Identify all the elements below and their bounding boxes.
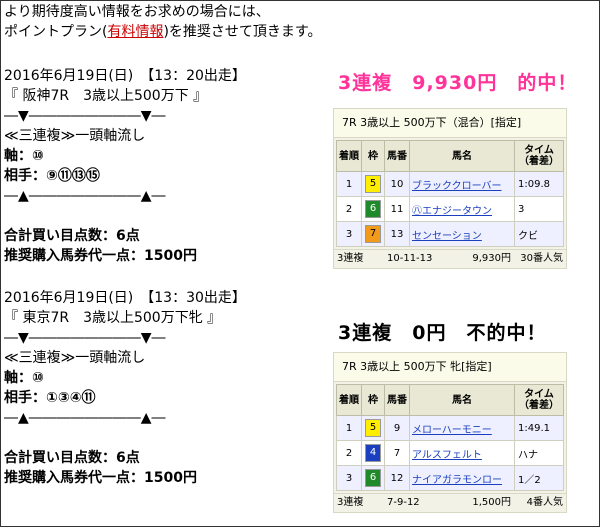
finish-pos: 3 — [336, 221, 362, 247]
finish-pos: 2 — [336, 440, 362, 466]
result1-payout-row: 3連複 10-11-13 9,930円 30番人気 — [334, 249, 566, 268]
payout-popularity: 4番人気 — [526, 497, 563, 508]
result2-title: 3連複 0円 不的中！ — [338, 322, 547, 344]
col-number: 馬番 — [384, 140, 410, 172]
horse-number: 13 — [384, 221, 410, 247]
col-horse-name: 馬名 — [409, 384, 515, 416]
result2-payout-row: 3連複 7-9-12 1,500円 4番人気 — [334, 493, 566, 512]
frame-badge: 7 — [365, 225, 381, 243]
tips-column: より期待度高い情報をお求めの場合には、 ポイントプラン(有料情報)を推奨させて頂… — [4, 0, 324, 488]
horse-number: 7 — [384, 440, 410, 466]
horse-name-link[interactable]: ㊇エナジータウン — [409, 196, 515, 222]
horse-number: 12 — [384, 465, 410, 491]
race2-divider-bottom: ―▲――――――――▲― — [4, 410, 166, 426]
result1-table: 着順 枠 馬番 馬名 タイム（着差） 1 5 10 ブラッククローバー 1:09… — [336, 140, 564, 247]
race1-divider-top: ―▼――――――――▼― — [4, 108, 166, 124]
table-row: 3 7 13 センセーション クビ — [336, 221, 564, 247]
payout-popularity: 30番人気 — [520, 253, 563, 264]
race2-partners: 相手：①③④⑪ — [4, 390, 96, 406]
race1-bet-type: ≪三連複≫一頭軸流し — [4, 128, 146, 144]
frame-cell: 6 — [361, 196, 385, 222]
table-row: 1 5 10 ブラッククローバー 1:09.8 — [336, 171, 564, 197]
frame-cell: 5 — [361, 415, 385, 441]
result2-header: 7R 3歳以上 500万下 牝[指定] — [334, 353, 566, 382]
payout-combo: 10-11-13 — [387, 253, 433, 264]
table-row: 1 5 9 メローハーモニー 1:49.1 — [336, 415, 564, 441]
frame-cell: 5 — [361, 171, 385, 197]
finish-pos: 2 — [336, 196, 362, 222]
payout-amount: 1,500円 — [472, 497, 511, 508]
col-frame: 枠 — [361, 384, 385, 416]
race1-partners: 相手：⑨⑪⑬⑮ — [4, 168, 100, 184]
race1-date: 2016年6月19日(日) 【13：20出走】 — [4, 68, 246, 84]
result1-panel: 7R 3歳以上 500万下（混合）[指定] 着順 枠 馬番 馬名 タイム（着差）… — [333, 108, 567, 269]
race1-axis: 軸：⑩ — [4, 148, 44, 164]
payout-amount: 9,930円 — [472, 253, 511, 264]
intro-line-2: ポイントプラン(有料情報)を推奨させて頂きます。 — [4, 22, 324, 42]
time-margin: 1／2 — [514, 465, 564, 491]
result1-header: 7R 3歳以上 500万下（混合）[指定] — [334, 109, 566, 138]
race2-recommended-stake: 推奨購入馬券代一点：1500円 — [4, 470, 197, 486]
frame-cell: 4 — [361, 440, 385, 466]
finish-pos: 3 — [336, 465, 362, 491]
payout-type: 3連複 — [337, 253, 364, 264]
col-time: タイム（着差） — [514, 384, 564, 416]
col-time: タイム（着差） — [514, 140, 564, 172]
horse-number: 10 — [384, 171, 410, 197]
time-margin: 1:09.8 — [514, 171, 564, 197]
intro-line-1: より期待度高い情報をお求めの場合には、 — [4, 4, 270, 20]
table-row: 2 6 11 ㊇エナジータウン 3 — [336, 196, 564, 222]
payout-combo: 7-9-12 — [387, 497, 420, 508]
race1-total-points: 合計買い目点数：6点 — [4, 228, 140, 244]
horse-name-link[interactable]: センセーション — [409, 221, 515, 247]
frame-cell: 7 — [361, 221, 385, 247]
table-row: 2 4 7 アルスフェルト ハナ — [336, 440, 564, 466]
horse-name-link[interactable]: ナイアガラモンロー — [409, 465, 515, 491]
race2-divider-top: ―▼――――――――▼― — [4, 330, 166, 346]
time-margin: ハナ — [514, 440, 564, 466]
col-finish: 着順 — [336, 384, 362, 416]
horse-name-link[interactable]: ブラッククローバー — [409, 171, 515, 197]
col-finish: 着順 — [336, 140, 362, 172]
paid-info-link[interactable]: 有料情報 — [107, 24, 163, 40]
frame-badge: 6 — [365, 200, 381, 218]
frame-cell: 6 — [361, 465, 385, 491]
intro-text-post: )を推奨させて頂きます。 — [163, 24, 322, 40]
intro-text-pre: ポイントプラン( — [4, 24, 108, 40]
race1-name: 『 阪神7R 3歳以上500万下 』 — [4, 88, 208, 104]
race1-recommended-stake: 推奨購入馬券代一点：1500円 — [4, 248, 197, 264]
finish-pos: 1 — [336, 171, 362, 197]
horse-number: 9 — [384, 415, 410, 441]
result2-table: 着順 枠 馬番 馬名 タイム（着差） 1 5 9 メローハーモニー 1:49.1… — [336, 384, 564, 491]
race2-total-points: 合計買い目点数：6点 — [4, 450, 140, 466]
time-margin: 3 — [514, 196, 564, 222]
race2-name: 『 東京7R 3歳以上500万下牝 』 — [4, 310, 222, 326]
time-margin: 1:49.1 — [514, 415, 564, 441]
race2-date: 2016年6月19日(日) 【13：30出走】 — [4, 290, 246, 306]
frame-badge: 5 — [365, 175, 381, 193]
col-number: 馬番 — [384, 384, 410, 416]
col-frame: 枠 — [361, 140, 385, 172]
horse-name-link[interactable]: アルスフェルト — [409, 440, 515, 466]
finish-pos: 1 — [336, 415, 362, 441]
horse-number: 11 — [384, 196, 410, 222]
time-margin: クビ — [514, 221, 564, 247]
payout-type: 3連複 — [337, 497, 364, 508]
col-horse-name: 馬名 — [409, 140, 515, 172]
frame-badge: 6 — [365, 469, 381, 487]
result1-title: 3連複 9,930円 的中！ — [338, 72, 578, 94]
race2-bet-type: ≪三連複≫一頭軸流し — [4, 350, 146, 366]
horse-name-link[interactable]: メローハーモニー — [409, 415, 515, 441]
race2-axis: 軸：⑩ — [4, 370, 44, 386]
race1-divider-bottom: ―▲――――――――▲― — [4, 188, 166, 204]
frame-badge: 4 — [365, 444, 381, 462]
result2-panel: 7R 3歳以上 500万下 牝[指定] 着順 枠 馬番 馬名 タイム（着差） 1… — [333, 352, 567, 513]
frame-badge: 5 — [365, 419, 381, 437]
table-row: 3 6 12 ナイアガラモンロー 1／2 — [336, 465, 564, 491]
